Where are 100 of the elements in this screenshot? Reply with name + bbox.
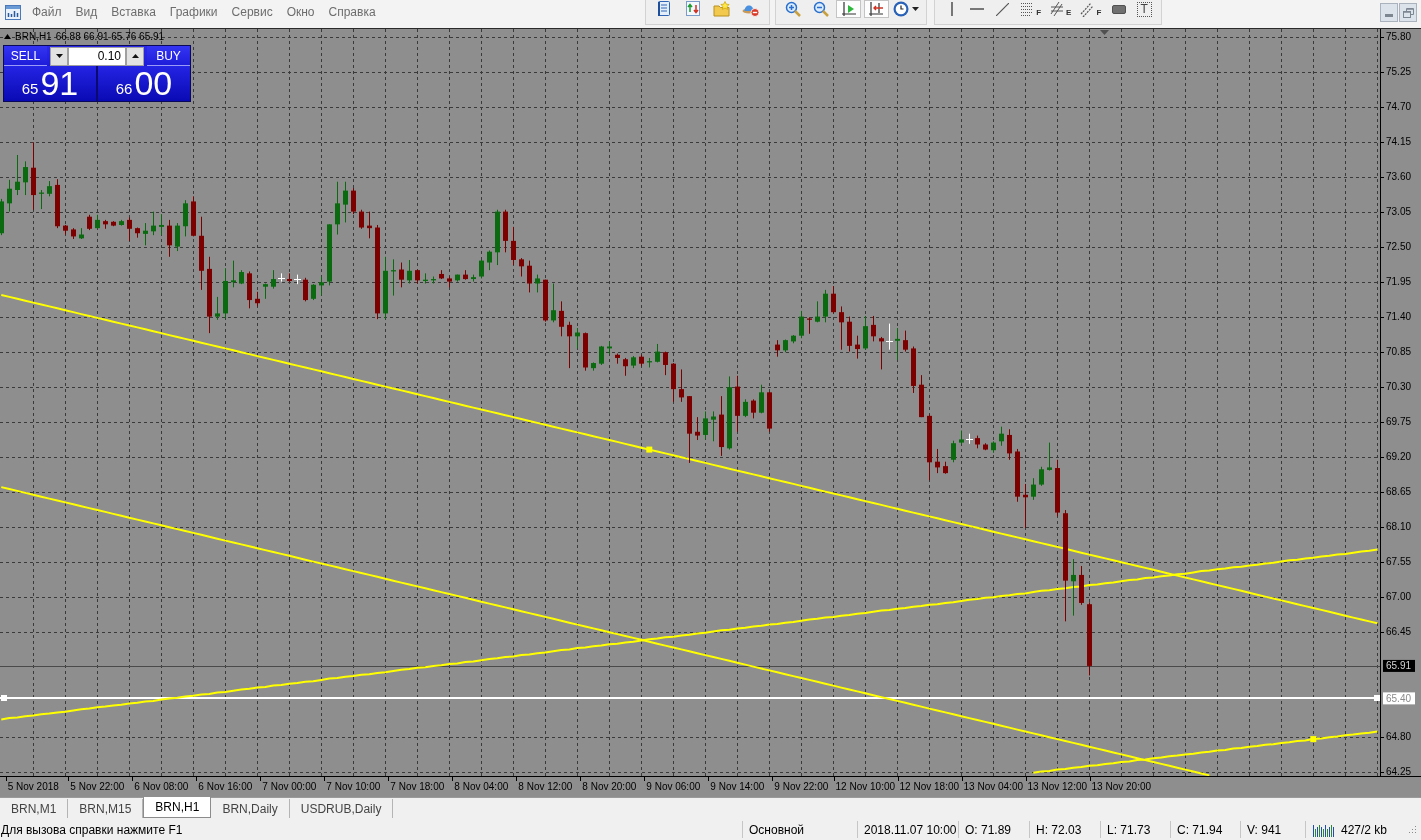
profile-name: Основной [742, 821, 857, 838]
auto-scroll-button[interactable] [863, 0, 889, 18]
bullish-candle [263, 283, 268, 300]
bearish-candle [943, 461, 948, 475]
bearish-candle [935, 448, 940, 474]
bearish-candle [167, 219, 172, 258]
bullish-candle [455, 274, 460, 283]
bullish-candle [95, 214, 100, 230]
bullish-candle [231, 260, 236, 288]
triangle-icon[interactable] [4, 34, 11, 39]
menu-item[interactable]: Файл [25, 2, 69, 22]
bullish-candle [951, 440, 956, 463]
bearish-candle [135, 227, 140, 239]
bullish-candle [791, 334, 796, 344]
bearish-candle [775, 339, 780, 358]
bullish-candle [7, 179, 12, 213]
time-label: 8 Nov 12:00 [518, 781, 573, 792]
bearish-candle [367, 211, 372, 239]
bullish-candle [431, 276, 436, 284]
bullish-candle [551, 283, 556, 323]
folder-star-icon [713, 1, 731, 17]
chart-tab[interactable]: BRN,H1 [143, 797, 212, 818]
time-label: 12 Nov 10:00 [835, 781, 896, 792]
menu-item[interactable]: Графики [162, 2, 225, 22]
chart-shift-button[interactable] [836, 0, 861, 18]
bearish-candle [751, 398, 756, 419]
bullish-candle [1047, 442, 1052, 472]
bearish-candle [303, 277, 308, 302]
price-label: 64.25 [1386, 766, 1412, 778]
restore-button[interactable] [1399, 3, 1417, 22]
fibo-channel-button[interactable]: F [1076, 0, 1105, 18]
sell-button[interactable]: SELL [4, 46, 47, 66]
time-label: 8 Nov 20:00 [582, 781, 637, 792]
bearish-candle [831, 285, 836, 314]
zoom-out-icon [813, 1, 829, 17]
bearish-candle [1079, 565, 1084, 606]
bearish-candle [247, 270, 252, 309]
bearish-candle [519, 257, 524, 277]
anchor-handle[interactable] [646, 446, 653, 453]
time-label: 7 Nov 10:00 [326, 781, 381, 792]
doji-candle [278, 272, 285, 283]
menu-item[interactable]: Вставка [104, 2, 163, 22]
bullish-candle [991, 440, 996, 454]
bearish-candle [31, 141, 36, 211]
time-label: 6 Nov 08:00 [134, 781, 189, 792]
fibonacci-button[interactable]: F [1016, 0, 1045, 18]
bearish-candle [191, 195, 196, 237]
bearish-candle [927, 414, 932, 481]
axes-arrow-icon [868, 1, 885, 17]
price-tag: 65.91 [1383, 659, 1415, 672]
chart-tab[interactable]: USDRUB,Daily [289, 799, 394, 818]
bullish-candle [1031, 477, 1036, 501]
line-handle[interactable] [1, 695, 7, 701]
dotted-lines-icon [1020, 2, 1034, 16]
menu-item[interactable]: Окно [279, 2, 322, 22]
lot-up-button[interactable] [126, 46, 144, 66]
price-label: 69.75 [1386, 416, 1412, 428]
time-label: 9 Nov 14:00 [710, 781, 765, 792]
bearish-candle [439, 269, 444, 280]
time-label: 7 Nov 00:00 [262, 781, 317, 792]
anchor-handle[interactable] [1310, 736, 1317, 743]
bearish-candle [663, 351, 668, 376]
lot-down-button[interactable] [50, 46, 68, 66]
bullish-candle [143, 222, 148, 246]
zoom-in-icon [785, 1, 802, 17]
restore-icon [1402, 7, 1414, 18]
bearish-candle [975, 435, 980, 449]
bullish-candle [959, 430, 964, 445]
bearish-candle [623, 357, 628, 377]
price-label: 73.05 [1386, 206, 1412, 218]
bullish-candle [79, 227, 84, 240]
minimize-icon [1385, 14, 1393, 17]
bullish-candle [15, 154, 20, 196]
fibo-expansion-button[interactable]: E [1046, 0, 1075, 18]
chart-tab[interactable]: BRN,M1 [0, 799, 69, 818]
time-label: 12 Nov 18:00 [899, 781, 960, 792]
bearish-candle [679, 368, 684, 403]
buy-button[interactable]: BUY [147, 46, 190, 66]
minimize-button[interactable] [1380, 3, 1398, 22]
shift-marker-icon[interactable] [1100, 30, 1109, 35]
line-handle[interactable] [1374, 695, 1380, 701]
bearish-candle [543, 279, 548, 323]
time-label: 13 Nov 20:00 [1091, 781, 1152, 792]
bullish-candle [999, 426, 1004, 447]
bullish-candle [703, 410, 708, 440]
high-price: H: 72.03 [1029, 821, 1100, 838]
timeframe-button[interactable] [891, 0, 921, 18]
menu-item[interactable]: Вид [68, 2, 105, 22]
menu-item[interactable]: Справка [321, 2, 383, 22]
bullish-candle [711, 410, 716, 442]
bearish-candle [879, 336, 884, 370]
parallel-lines-icon [1080, 1, 1094, 17]
connection-bars-icon [1312, 822, 1336, 837]
bullish-candle [159, 213, 164, 236]
bullish-candle [823, 289, 828, 323]
bearish-candle [351, 187, 356, 215]
bearish-candle [767, 391, 772, 433]
chart-tab[interactable]: BRN,Daily [211, 799, 290, 818]
lot-size-field[interactable]: 0.10 [68, 46, 126, 66]
menu-item[interactable]: Сервис [224, 2, 280, 22]
